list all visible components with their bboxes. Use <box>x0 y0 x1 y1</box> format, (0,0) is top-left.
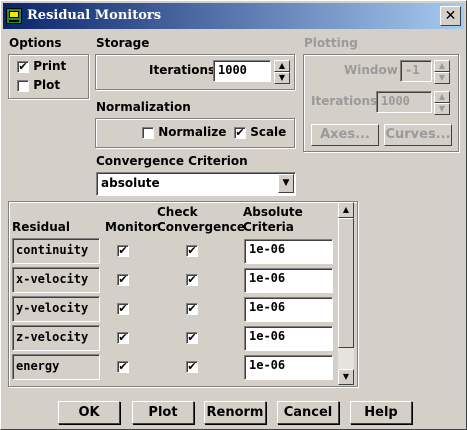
check-convergence-checkbox[interactable]: ✔ <box>186 332 198 344</box>
plotting-heading: Plotting <box>304 36 358 50</box>
convergence-selected: absolute <box>101 176 160 190</box>
header-check-line2: Convergence <box>157 220 245 234</box>
scroll-down-icon[interactable]: ▼ <box>338 369 354 385</box>
table-scrollbar[interactable]: ▲ ▼ <box>338 202 354 385</box>
monitor-checkbox[interactable]: ✔ <box>117 245 129 257</box>
spin-down-icon[interactable]: ▼ <box>434 103 450 115</box>
header-check-line1: Check <box>157 205 198 219</box>
normalize-checkbox[interactable]: Normalize <box>142 125 226 139</box>
monitor-checkbox[interactable]: ✔ <box>117 274 129 286</box>
header-monitor: Monitor <box>105 220 158 234</box>
header-residual: Residual <box>12 220 70 234</box>
scale-label: Scale <box>250 125 287 139</box>
convergence-select[interactable]: absolute ▼ <box>96 172 296 196</box>
storage-iterations-input[interactable]: 1000 <box>213 60 271 82</box>
header-abs-line2: Criteria <box>243 220 294 234</box>
axes-button[interactable]: Axes... <box>311 124 379 146</box>
residual-name-field: continuity <box>12 238 100 264</box>
curves-button[interactable]: Curves... <box>384 124 452 146</box>
cancel-button[interactable]: Cancel <box>277 401 339 424</box>
renorm-button[interactable]: Renorm <box>204 401 266 424</box>
absolute-criteria-input[interactable]: 1e-06 <box>244 297 333 322</box>
scale-check-icon: ✔ <box>234 125 246 139</box>
normalize-label: Normalize <box>158 125 227 139</box>
close-button[interactable]: ✕ <box>440 6 461 26</box>
absolute-criteria-input[interactable]: 1e-06 <box>244 239 333 264</box>
residual-name-field: y-velocity <box>12 296 100 322</box>
absolute-criteria-input[interactable]: 1e-06 <box>244 326 333 351</box>
plot-checkbox[interactable]: Plot <box>17 78 60 92</box>
plot-check-icon <box>17 79 29 92</box>
check-convergence-checkbox[interactable]: ✔ <box>186 274 198 286</box>
absolute-criteria-input[interactable]: 1e-06 <box>244 268 333 293</box>
plotting-window-input[interactable]: -1 <box>400 60 432 82</box>
print-check-icon: ✔ <box>17 59 29 73</box>
monitor-checkbox[interactable]: ✔ <box>117 332 129 344</box>
plotting-window-label: Window <box>344 63 398 77</box>
absolute-criteria-input[interactable]: 1e-06 <box>244 355 333 380</box>
check-convergence-checkbox[interactable]: ✔ <box>186 245 198 257</box>
monitor-checkbox[interactable]: ✔ <box>117 361 129 373</box>
storage-iterations-spinner[interactable]: ▲ ▼ <box>274 60 290 84</box>
plotting-window-spinner[interactable]: ▲ ▼ <box>434 60 450 84</box>
spin-down-icon[interactable]: ▼ <box>434 72 450 84</box>
monitor-checkbox[interactable]: ✔ <box>117 303 129 315</box>
plot-label: Plot <box>33 78 61 92</box>
print-label: Print <box>33 59 67 73</box>
close-icon: ✕ <box>444 8 457 24</box>
storage-iterations-label: Iterations <box>149 63 216 77</box>
plotting-iterations-label: Iterations <box>311 94 378 108</box>
ok-button[interactable]: OK <box>58 401 120 424</box>
storage-heading: Storage <box>96 36 150 50</box>
normalization-heading: Normalization <box>96 100 191 114</box>
scale-checkbox[interactable]: ✔ Scale <box>234 125 286 139</box>
options-heading: Options <box>9 36 62 50</box>
scroll-thumb[interactable] <box>338 218 354 348</box>
spin-up-icon[interactable]: ▲ <box>434 91 450 103</box>
plot-button[interactable]: Plot <box>132 401 194 424</box>
residual-name-field: x-velocity <box>12 267 100 293</box>
normalize-check-icon <box>142 126 154 139</box>
spin-up-icon[interactable]: ▲ <box>274 60 290 72</box>
convergence-heading: Convergence Criterion <box>96 154 248 168</box>
title-bar[interactable]: Residual Monitors ✕ <box>3 3 464 29</box>
scroll-up-icon[interactable]: ▲ <box>338 202 354 218</box>
check-convergence-checkbox[interactable]: ✔ <box>186 303 198 315</box>
header-abs-line1: Absolute <box>243 205 303 219</box>
residual-name-field: z-velocity <box>12 325 100 351</box>
spin-up-icon[interactable]: ▲ <box>434 60 450 72</box>
help-button[interactable]: Help <box>350 401 412 424</box>
plotting-iterations-spinner[interactable]: ▲ ▼ <box>434 91 450 115</box>
chevron-down-icon[interactable]: ▼ <box>278 174 294 193</box>
residual-name-field: energy <box>12 354 100 380</box>
residual-monitors-dialog: Residual Monitors ✕ Options ✔ Print Plot… <box>0 0 467 430</box>
check-convergence-checkbox[interactable]: ✔ <box>186 361 198 373</box>
spin-down-icon[interactable]: ▼ <box>274 72 290 84</box>
app-icon <box>6 8 22 24</box>
window-title: Residual Monitors <box>27 8 162 23</box>
plotting-iterations-input[interactable]: 1000 <box>376 91 432 113</box>
print-checkbox[interactable]: ✔ Print <box>17 59 66 73</box>
